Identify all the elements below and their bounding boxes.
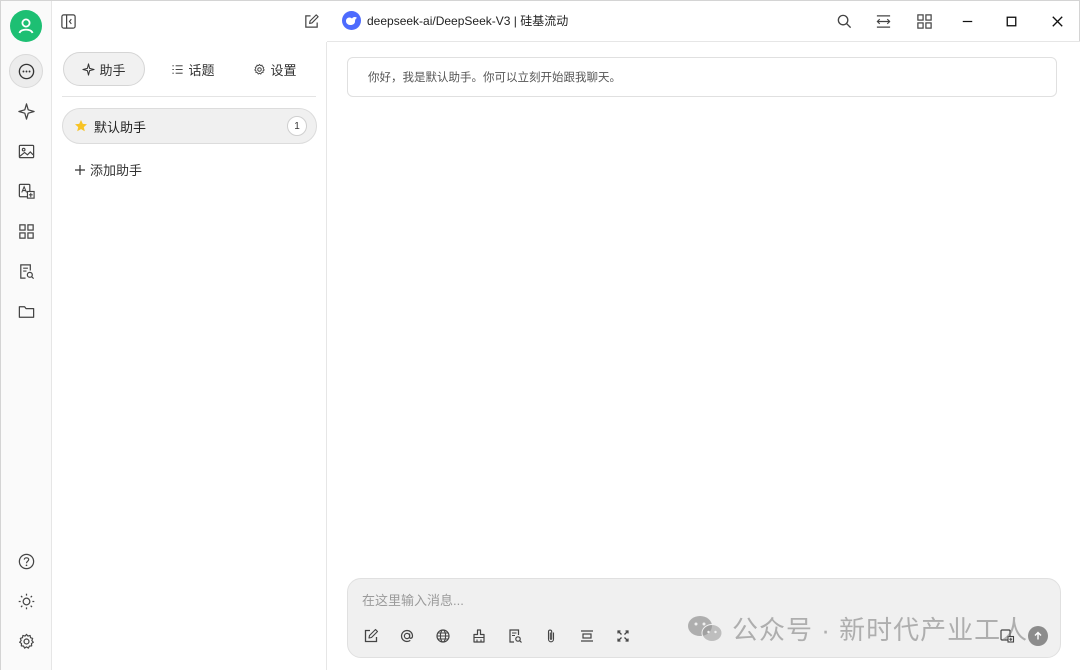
files-nav-button[interactable]: [9, 294, 43, 328]
assistant-sidebar: 助手 话题 设置 默认助手 1 添加助手: [52, 42, 327, 670]
sidebar-toolbar: [52, 1, 327, 42]
layout-button[interactable]: [914, 11, 934, 31]
search-button[interactable]: [834, 11, 854, 31]
tab-label: 助手: [99, 62, 126, 78]
settings-button[interactable]: [9, 624, 43, 658]
collapse-sidebar-button[interactable]: [58, 11, 78, 31]
sun-icon: [18, 593, 34, 609]
expand-horizontal-icon: [876, 14, 890, 28]
mention-model-button[interactable]: [396, 625, 418, 647]
minimize-icon: [962, 20, 972, 22]
wechat-logo-icon: [688, 615, 723, 642]
maximize-button[interactable]: [1001, 11, 1021, 31]
paperclip-icon: [547, 629, 555, 643]
tab-assistants[interactable]: 助手: [63, 52, 145, 86]
search-icon: [837, 14, 851, 28]
watermark: 公众号 · 新时代产业工人: [686, 610, 1028, 647]
translate-nav-button[interactable]: [9, 174, 43, 208]
toggle-width-button[interactable]: [576, 625, 598, 647]
message-text: 你好，我是默认助手。你可以立刻开始跟我聊天。: [368, 72, 621, 84]
sidebar-tabs: 助手 话题 设置: [62, 52, 316, 97]
sparkle-icon: [17, 102, 35, 120]
grid-icon: [18, 223, 34, 239]
close-icon: [1051, 15, 1063, 27]
narrow-mode-button[interactable]: [873, 11, 893, 31]
document-search-icon: [509, 629, 522, 643]
list-icon: [172, 64, 184, 74]
new-topic-button[interactable]: [360, 625, 382, 647]
edit-icon: [304, 13, 319, 28]
sidebar-toggle-icon: [60, 13, 76, 29]
gear-icon: [18, 633, 34, 649]
assistant-item-default[interactable]: 默认助手 1: [62, 108, 317, 144]
theme-toggle-button[interactable]: [9, 584, 43, 618]
maximize-icon: [1006, 16, 1016, 26]
image-nav-button[interactable]: [9, 134, 43, 168]
watermark-text: 公众号 · 新时代产业工人: [732, 615, 1029, 645]
folder-icon: [18, 305, 34, 318]
deepseek-logo-icon: [342, 11, 361, 30]
document-search-icon: [19, 263, 34, 279]
tab-topics[interactable]: 话题: [158, 52, 228, 86]
tab-label: 设置: [270, 62, 297, 78]
sparkle-icon: [82, 62, 96, 76]
image-icon: [18, 144, 34, 158]
icon-rail: [1, 1, 52, 670]
message-input[interactable]: [362, 591, 962, 609]
gear-icon: [254, 63, 266, 75]
new-chat-button[interactable]: [301, 11, 321, 31]
knowledge-nav-button[interactable]: [9, 254, 43, 288]
send-button[interactable]: [1028, 626, 1048, 646]
tab-settings[interactable]: 设置: [240, 52, 310, 86]
help-button[interactable]: [9, 544, 43, 578]
edit-icon: [364, 628, 379, 643]
expand-icon: [617, 630, 629, 642]
add-assistant-button[interactable]: 添加助手: [74, 160, 142, 179]
assistant-name: 默认助手: [94, 119, 147, 135]
plus-icon: [75, 164, 85, 175]
model-title-text: deepseek-ai/DeepSeek-V3 | 硅基流动: [367, 14, 569, 28]
broom-icon: [473, 629, 485, 643]
arrow-up-icon: [1034, 631, 1042, 640]
chat-nav-button[interactable]: [9, 54, 43, 88]
model-selector[interactable]: deepseek-ai/DeepSeek-V3 | 硅基流动: [342, 11, 568, 30]
message-composer: 公众号 · 新时代产业工人: [347, 578, 1061, 658]
clear-context-button[interactable]: [468, 625, 490, 647]
globe-icon: [436, 629, 450, 643]
attach-file-button[interactable]: [540, 625, 562, 647]
topic-count-badge: 1: [287, 116, 307, 136]
user-avatar[interactable]: [10, 10, 42, 42]
grid-icon: [916, 13, 932, 29]
help-icon: [18, 553, 34, 569]
title-bar: deepseek-ai/DeepSeek-V3 | 硅基流动: [327, 1, 1080, 42]
star-icon: [75, 120, 87, 132]
translate-icon: [18, 183, 35, 199]
knowledge-base-button[interactable]: [504, 625, 526, 647]
expand-input-button[interactable]: [612, 625, 634, 647]
agents-nav-button[interactable]: [9, 94, 43, 128]
add-assistant-label: 添加助手: [90, 163, 143, 178]
app-window: 助手 话题 设置 默认助手 1 添加助手 deepseek-ai/DeepSee…: [0, 0, 1080, 670]
web-search-button[interactable]: [432, 625, 454, 647]
at-sign-icon: [400, 629, 414, 643]
apps-nav-button[interactable]: [9, 214, 43, 248]
minimize-button[interactable]: [957, 11, 977, 31]
assistant-message: 你好，我是默认助手。你可以立刻开始跟我聊天。: [347, 57, 1057, 97]
user-icon: [18, 18, 34, 34]
align-center-icon: [581, 630, 593, 642]
chat-bubble-icon: [18, 63, 34, 79]
close-button[interactable]: [1047, 11, 1067, 31]
tab-label: 话题: [188, 62, 215, 78]
chat-area: 你好，我是默认助手。你可以立刻开始跟我聊天。 在这里输入消息... 公众号 · …: [327, 42, 1080, 670]
